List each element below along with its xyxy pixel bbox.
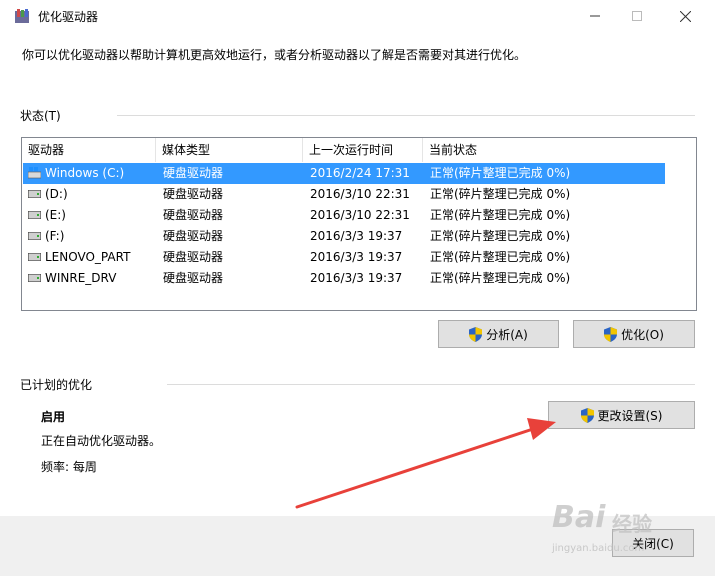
red-annotation-arrow	[295, 418, 556, 509]
